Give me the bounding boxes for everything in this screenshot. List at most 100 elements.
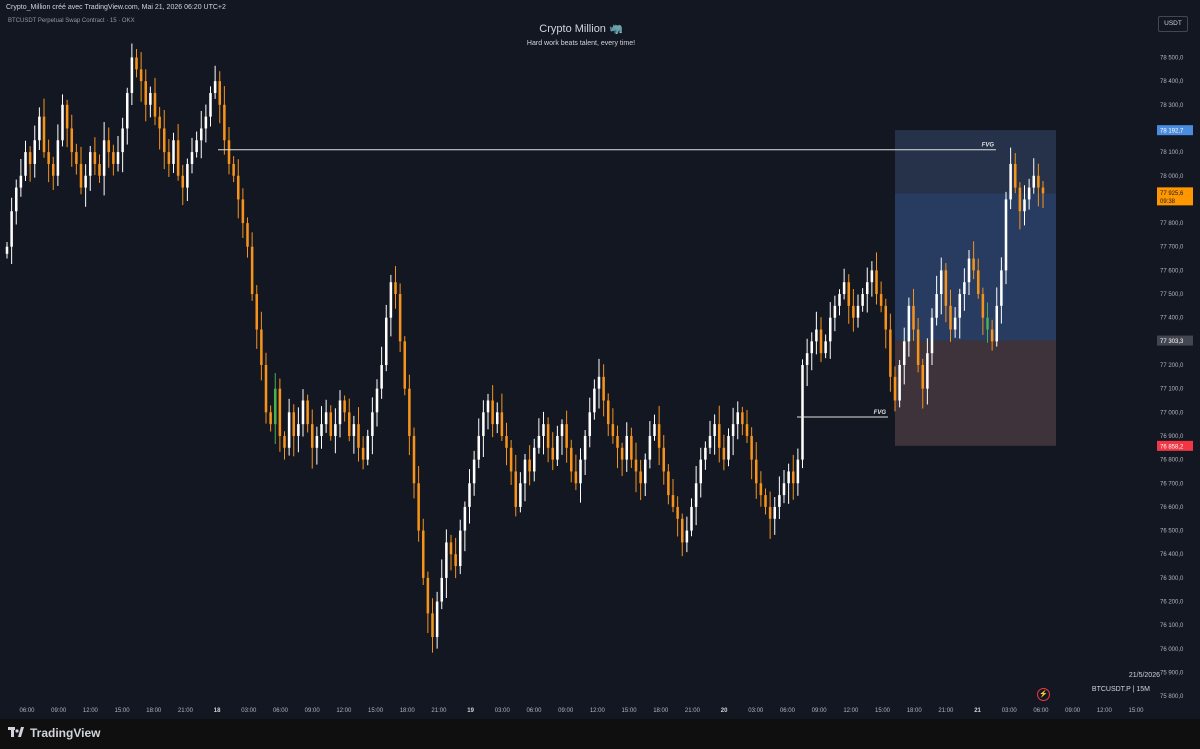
candle-body: [657, 424, 661, 448]
fvg-label: FVG: [874, 410, 887, 416]
candle-body: [805, 353, 809, 365]
candle-body: [454, 554, 457, 567]
tradingview-logo[interactable]: TradingView: [8, 726, 100, 740]
candle-body: [218, 81, 222, 105]
x-tick-label: 18:00: [907, 708, 923, 714]
y-tick-label: 76 900,0: [1160, 434, 1184, 440]
candle-body: [269, 412, 272, 425]
candle-body: [458, 530, 462, 567]
y-tick-label: 78 500,0: [1160, 55, 1184, 61]
candle-body: [162, 128, 166, 153]
candle-body: [107, 140, 111, 153]
candle-body: [495, 412, 499, 425]
candle-body: [537, 435, 541, 448]
candle-body: [38, 116, 41, 141]
candle-body: [532, 447, 536, 472]
candle-body: [676, 506, 679, 519]
brand-name: TradingView: [30, 726, 101, 740]
x-tick-label: 12:00: [336, 708, 352, 714]
candle-body: [921, 365, 925, 389]
candle-body: [995, 305, 999, 342]
candle-body: [190, 152, 194, 164]
candle-body: [842, 282, 846, 295]
x-tick-label: 12:00: [1097, 708, 1113, 714]
candle-body: [875, 270, 878, 295]
candle-body: [98, 163, 101, 176]
x-tick-label: 03:00: [241, 708, 257, 714]
candle-body: [667, 471, 670, 496]
candle-body: [565, 424, 568, 448]
x-tick-label: 06:00: [19, 708, 35, 714]
candle-body: [75, 152, 78, 164]
candle-body: [546, 424, 550, 448]
candle-body: [593, 388, 596, 413]
y-tick-label: 78 100,0: [1160, 150, 1184, 156]
lightning-alert-icon[interactable]: ⚡: [1037, 688, 1050, 701]
candle-body: [440, 577, 444, 602]
x-tick-label: 03:00: [1002, 708, 1018, 714]
candle-body: [195, 140, 198, 153]
candle-body: [944, 270, 948, 306]
price-tag-label: 76 858,2: [1160, 444, 1184, 450]
y-tick-label: 75 800,0: [1160, 694, 1184, 700]
candle-body: [856, 305, 860, 318]
candle-body: [930, 317, 934, 354]
candle-body: [717, 424, 721, 448]
candle-body: [482, 412, 485, 436]
candle-body: [958, 294, 962, 318]
candle-body: [236, 175, 240, 200]
x-tick-label: 03:00: [495, 708, 511, 714]
price-tag-label: 78 192,7: [1160, 129, 1184, 135]
candle-body: [606, 400, 610, 425]
candle-body: [116, 152, 120, 164]
candle-body: [209, 92, 212, 117]
candle-body: [93, 152, 97, 164]
candle-body: [334, 424, 337, 436]
candle-body: [648, 435, 652, 460]
x-tick-label: 15:00: [368, 708, 384, 714]
candle-body: [935, 294, 938, 318]
candle-body: [690, 506, 693, 531]
candle-body: [463, 506, 467, 531]
candle-body: [144, 81, 148, 105]
y-tick-label: 76 800,0: [1160, 458, 1184, 464]
candle-body: [278, 388, 282, 436]
candle-body: [939, 270, 943, 295]
candle-body: [1027, 187, 1031, 200]
x-tick-label: 09:00: [812, 708, 828, 714]
candle-body: [121, 128, 124, 153]
candle-body: [671, 495, 675, 507]
y-tick-label: 75 900,0: [1160, 671, 1184, 677]
candle-body: [519, 483, 522, 507]
candle-body: [408, 388, 411, 436]
candle-body: [824, 341, 827, 354]
candle-body: [870, 270, 874, 283]
candle-body: [384, 317, 388, 365]
y-tick-label: 76 100,0: [1160, 623, 1184, 629]
price-chart[interactable]: FVG FVG 75 800,0 75 900,0 76 000,0 76 100,0 76…: [0, 0, 1200, 719]
candle-body: [579, 459, 582, 484]
x-tick-label: 12:00: [843, 708, 859, 714]
candle-body: [287, 412, 291, 448]
candle-body: [509, 447, 513, 472]
candle-body: [310, 424, 314, 448]
candle-body: [158, 116, 161, 129]
candle-body: [352, 424, 356, 436]
candle-body: [778, 495, 781, 507]
x-tick-label: 06:00: [526, 708, 542, 714]
candle-body: [953, 317, 957, 330]
candle-body: [1037, 175, 1040, 188]
x-tick-label: 09:00: [558, 708, 574, 714]
candle-body: [791, 471, 795, 484]
candle-body: [704, 447, 707, 460]
candle-body: [477, 435, 481, 460]
candle-body: [759, 483, 763, 496]
candle-body: [634, 459, 638, 472]
candle-body: [852, 305, 855, 318]
candle-body: [879, 294, 883, 306]
y-tick-label: 76 000,0: [1160, 647, 1184, 653]
candle-body: [324, 412, 328, 425]
candle-body: [1041, 187, 1045, 194]
candle-body: [361, 447, 365, 460]
candle-body: [787, 471, 790, 484]
